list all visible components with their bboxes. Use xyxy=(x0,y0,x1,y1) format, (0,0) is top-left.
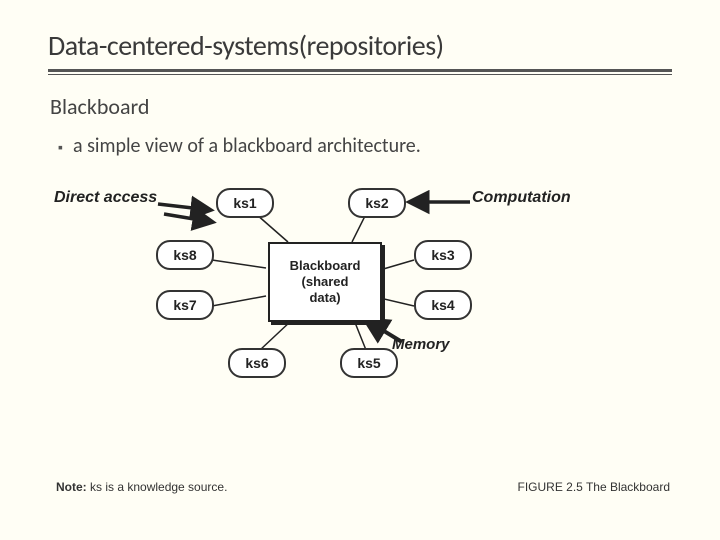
node-ks5: ks5 xyxy=(340,348,398,378)
annotation-direct-access: Direct access xyxy=(54,189,157,207)
node-ks7: ks7 xyxy=(156,290,214,320)
title-rule-thin xyxy=(48,74,672,75)
node-blackboard: Blackboard (shared data) xyxy=(268,242,382,322)
blackboard-line1: Blackboard xyxy=(290,258,361,274)
footnote-label: Note: xyxy=(56,480,87,494)
node-ks4: ks4 xyxy=(414,290,472,320)
node-ks2: ks2 xyxy=(348,188,406,218)
bullet-text: a simple view of a blackboard architectu… xyxy=(58,134,672,158)
node-ks8: ks8 xyxy=(156,240,214,270)
section-subheading: Blackboard xyxy=(50,93,672,120)
figure-caption: FIGURE 2.5 The Blackboard xyxy=(517,480,670,494)
blackboard-line3: data) xyxy=(309,290,340,306)
node-ks6: ks6 xyxy=(228,348,286,378)
annotation-computation: Computation xyxy=(472,189,571,207)
node-ks1: ks1 xyxy=(216,188,274,218)
blackboard-diagram: Direct access Computation Memory ks1 ks2… xyxy=(56,180,616,420)
footnote-text: ks is a knowledge source. xyxy=(87,480,228,494)
slide-title: Data-centered-systems(repositories) xyxy=(48,28,672,63)
title-rule-thick xyxy=(48,69,672,72)
blackboard-line2: (shared xyxy=(302,274,349,290)
footnote: Note: ks is a knowledge source. xyxy=(56,480,227,494)
node-ks3: ks3 xyxy=(414,240,472,270)
annotation-memory: Memory xyxy=(392,336,450,353)
